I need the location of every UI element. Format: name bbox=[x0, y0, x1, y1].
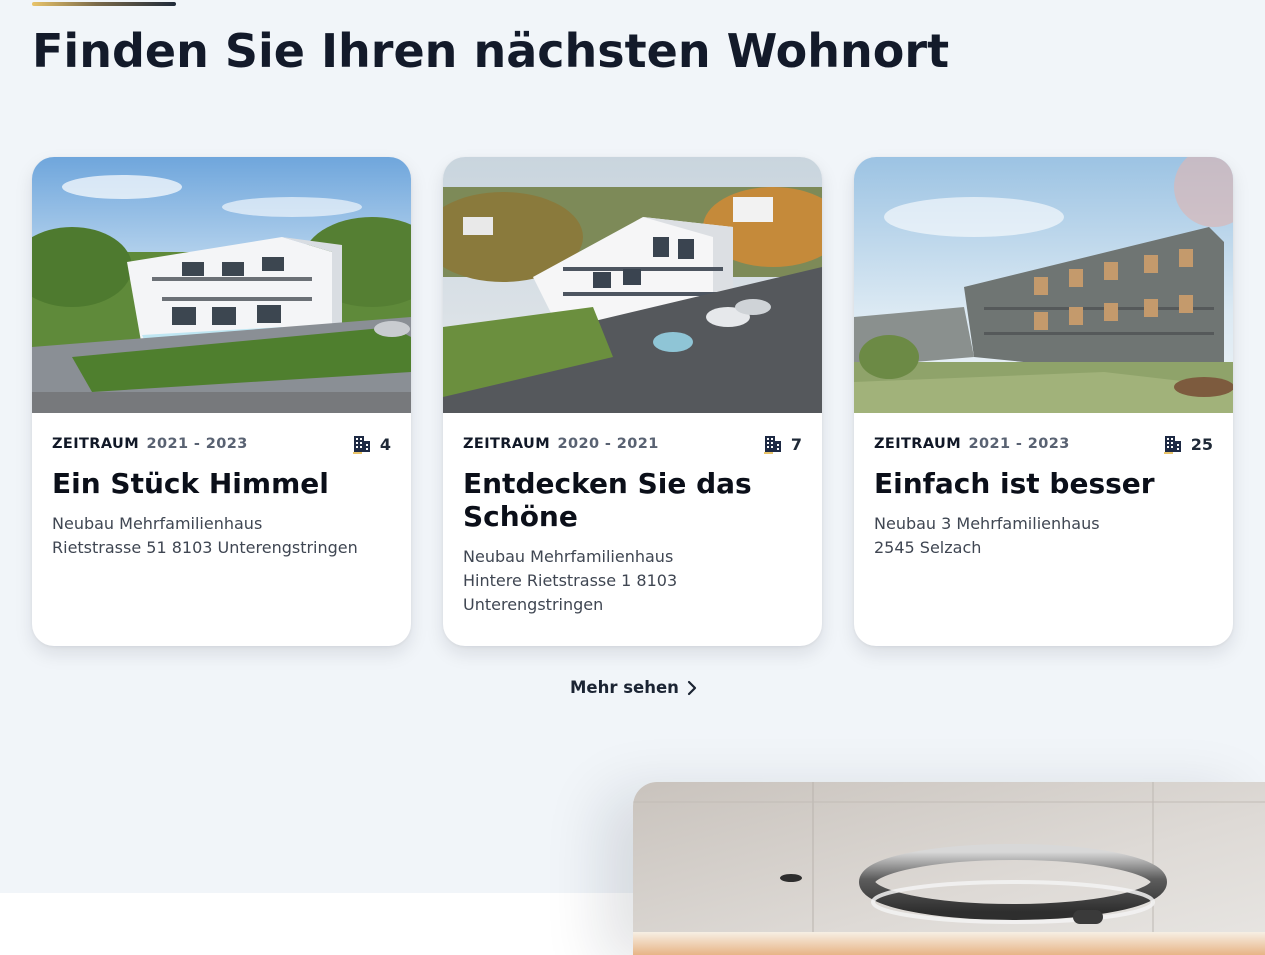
period-label: ZEITRAUM bbox=[52, 436, 140, 452]
period-label: ZEITRAUM bbox=[874, 436, 962, 452]
card-description-line: Rietstrasse 51 8103 Unterengstringen bbox=[52, 538, 358, 557]
project-card[interactable]: ZEITRAUM 2020 - 2021 7 Entdecken Sie das… bbox=[443, 157, 822, 646]
chevron-right-icon bbox=[687, 680, 697, 695]
card-description-line: Unterengstringen bbox=[463, 595, 604, 614]
unit-count: 25 bbox=[1163, 434, 1213, 454]
interior-photo bbox=[633, 782, 1265, 955]
more-button[interactable]: Mehr sehen bbox=[570, 678, 697, 697]
card-description: Neubau Mehrfamilienhaus Rietstrasse 51 8… bbox=[52, 512, 391, 560]
more-button-label: Mehr sehen bbox=[570, 678, 679, 697]
building-icon bbox=[1163, 436, 1181, 454]
period-label: ZEITRAUM bbox=[463, 436, 551, 452]
period: ZEITRAUM 2021 - 2023 bbox=[52, 436, 248, 452]
interior-lamp-image bbox=[633, 782, 1265, 955]
project-card-list: ZEITRAUM 2021 - 2023 4 Ein Stück Himmel … bbox=[32, 157, 1233, 646]
card-title[interactable]: Einfach ist besser bbox=[874, 467, 1213, 500]
card-meta-row: ZEITRAUM 2021 - 2023 bbox=[52, 433, 391, 455]
unit-count-value: 4 bbox=[379, 434, 391, 454]
project-card[interactable]: ZEITRAUM 2021 - 2023 bbox=[854, 157, 1233, 646]
card-title[interactable]: Entdecken Sie das Schöne bbox=[463, 467, 802, 533]
card-meta-row: ZEITRAUM 2021 - 2023 bbox=[874, 433, 1213, 455]
period: ZEITRAUM 2020 - 2021 bbox=[463, 436, 659, 452]
period-value: 2021 - 2023 bbox=[146, 436, 248, 452]
title-accent-line bbox=[32, 2, 176, 6]
card-description-line: Hintere Rietstrasse 1 8103 bbox=[463, 571, 678, 590]
period: ZEITRAUM 2021 - 2023 bbox=[874, 436, 1070, 452]
card-description: Neubau 3 Mehrfamilienhaus 2545 Selzach bbox=[874, 512, 1213, 560]
page-title: Finden Sie Ihren nächsten Wohnort bbox=[32, 24, 950, 78]
unit-count-value: 7 bbox=[790, 434, 802, 454]
card-meta-row: ZEITRAUM 2020 - 2021 7 bbox=[463, 433, 802, 455]
unit-count: 7 bbox=[763, 434, 802, 454]
card-description-line: Neubau Mehrfamilienhaus bbox=[463, 547, 674, 566]
period-value: 2020 - 2021 bbox=[557, 436, 659, 452]
project-card[interactable]: ZEITRAUM 2021 - 2023 bbox=[32, 157, 411, 646]
card-title[interactable]: Ein Stück Himmel bbox=[52, 467, 391, 500]
project-image bbox=[854, 157, 1233, 413]
unit-count: 4 bbox=[352, 434, 391, 454]
card-description-line: Neubau Mehrfamilienhaus bbox=[52, 514, 263, 533]
card-description: Neubau Mehrfamilienhaus Hintere Rietstra… bbox=[463, 545, 802, 617]
card-description-line: 2545 Selzach bbox=[874, 538, 982, 557]
period-value: 2021 - 2023 bbox=[968, 436, 1070, 452]
project-image bbox=[443, 157, 822, 413]
project-image bbox=[32, 157, 411, 413]
building-icon bbox=[763, 436, 781, 454]
unit-count-value: 25 bbox=[1190, 434, 1213, 454]
building-icon bbox=[352, 436, 370, 454]
card-description-line: Neubau 3 Mehrfamilienhaus bbox=[874, 514, 1100, 533]
